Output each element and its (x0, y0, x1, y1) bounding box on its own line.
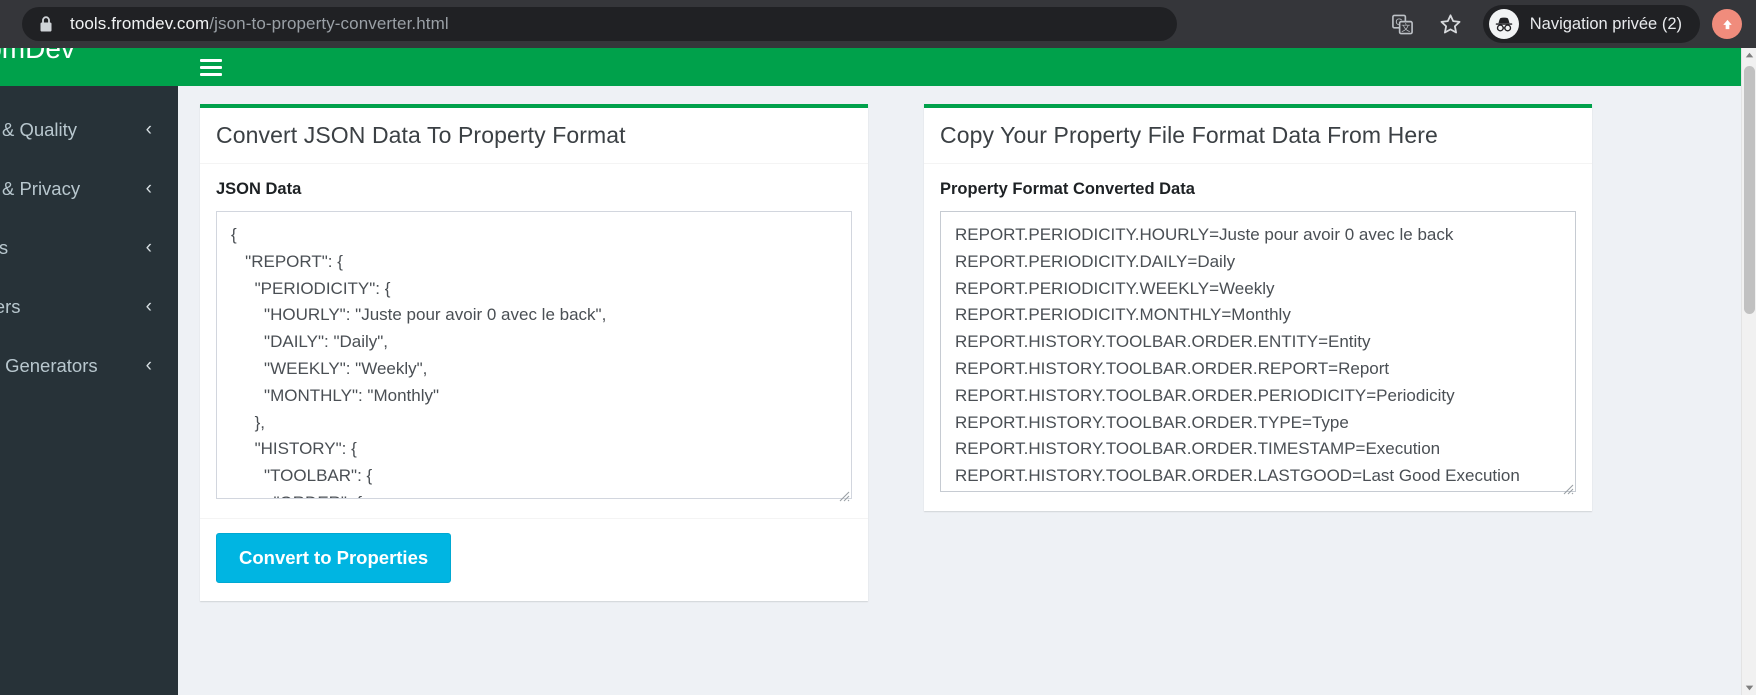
sidebar-item-security-quality[interactable]: Security & Quality ‹ (0, 100, 178, 159)
address-bar[interactable]: tools.fromdev.com/json-to-property-conve… (22, 7, 1177, 41)
json-card-header: Convert JSON Data To Property Format (200, 108, 868, 164)
sidebar-item-label: Security & Quality (0, 118, 78, 140)
lock-icon (38, 15, 54, 33)
incognito-profile-button[interactable]: Navigation privée (2) (1482, 5, 1700, 43)
sidebar-item-label: Security & Privacy (0, 177, 81, 199)
main-content: Convert JSON Data To Property Format JSO… (178, 86, 1756, 695)
incognito-label: Navigation privée (2) (1529, 14, 1682, 33)
url-path: /json-to-property-converter.html (209, 14, 449, 33)
sidebar-item-converters[interactable]: Converters ‹ (0, 277, 178, 336)
url-text: tools.fromdev.com/json-to-property-conve… (70, 14, 449, 34)
right-column: Copy Your Property File Format Data From… (912, 104, 1604, 601)
property-output-card: Copy Your Property File Format Data From… (924, 104, 1592, 511)
hamburger-icon[interactable] (200, 58, 222, 76)
translate-icon[interactable]: G 文 (1386, 7, 1420, 41)
hamburger-bar (200, 72, 222, 76)
sidebar: .FromDev Security & Quality ‹ Security &… (0, 48, 178, 695)
chevron-left-icon: ‹ (145, 237, 152, 258)
scroll-up-arrow-icon[interactable] (1742, 48, 1756, 63)
chevron-left-icon: ‹ (145, 296, 152, 317)
sidebar-item-label: Converters (0, 295, 21, 317)
incognito-hat-glasses-icon (1488, 9, 1519, 39)
json-card-footer: Convert to Properties (200, 518, 868, 601)
json-input-card: Convert JSON Data To Property Format JSO… (200, 104, 868, 601)
page-scrollbar-thumb[interactable] (1744, 66, 1755, 314)
app-header (178, 48, 1756, 86)
scroll-down-arrow-icon[interactable] (1742, 680, 1756, 695)
panel-columns: Convert JSON Data To Property Format JSO… (178, 104, 1756, 601)
sidebar-brand[interactable]: .FromDev (0, 48, 178, 86)
property-output[interactable] (940, 211, 1576, 492)
page-viewport: .FromDev Security & Quality ‹ Security &… (0, 48, 1756, 695)
hamburger-bar (200, 65, 222, 69)
update-arrow-icon[interactable] (1712, 9, 1742, 39)
chevron-left-icon: ‹ (145, 178, 152, 199)
chevron-left-icon: ‹ (145, 119, 152, 140)
page-title: Convert JSON Data To Property Format (216, 122, 626, 148)
svg-text:文: 文 (1402, 22, 1411, 33)
browser-toolbar: tools.fromdev.com/json-to-property-conve… (0, 0, 1756, 48)
convert-to-properties-button[interactable]: Convert to Properties (216, 533, 452, 583)
star-icon[interactable] (1434, 7, 1468, 41)
hamburger-bar (200, 58, 222, 62)
sidebar-menu: Security & Quality ‹ Security & Privacy … (0, 86, 178, 395)
sidebar-item-encoders[interactable]: Encoders ‹ (0, 218, 178, 277)
json-card-body: JSON Data (200, 164, 868, 518)
sidebar-brand-label: .FromDev (0, 48, 75, 64)
json-input[interactable] (216, 211, 852, 499)
sidebar-item-label: Encoders (0, 236, 9, 258)
page-scrollbar[interactable] (1741, 48, 1756, 695)
url-host: tools.fromdev.com (70, 14, 210, 33)
chevron-left-icon: ‹ (145, 355, 152, 376)
property-card-body: Property Format Converted Data (924, 164, 1592, 511)
output-panel-title: Copy Your Property File Format Data From… (940, 122, 1438, 148)
property-card-header: Copy Your Property File Format Data From… (924, 108, 1592, 164)
property-data-label: Property Format Converted Data (940, 180, 1195, 198)
left-column: Convert JSON Data To Property Format JSO… (188, 104, 880, 601)
property-textarea-wrap (940, 211, 1576, 497)
json-textarea-wrap (216, 211, 852, 504)
sidebar-item-label: Random Generators (0, 354, 98, 376)
toolbar-actions: G 文 Navigation privée (2) (1379, 5, 1756, 43)
sidebar-item-security-privacy[interactable]: Security & Privacy ‹ (0, 159, 178, 218)
json-data-label: JSON Data (216, 180, 302, 198)
sidebar-item-random-generators[interactable]: Random Generators ‹ (0, 336, 178, 395)
